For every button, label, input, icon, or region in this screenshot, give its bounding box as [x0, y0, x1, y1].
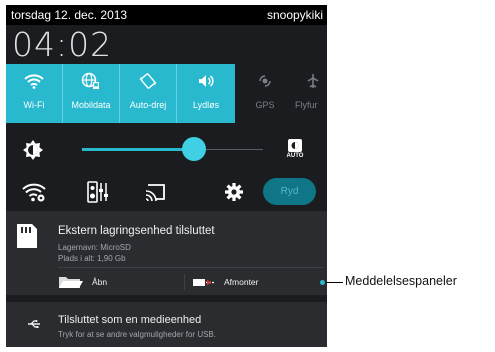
notification-usb[interactable]: Tilsluttet som en medieenhed Tryk for at… [6, 302, 327, 347]
brightness-track-filled [82, 148, 195, 151]
unmount-action-button[interactable]: Afmonter [192, 271, 259, 293]
usb-icon [24, 315, 44, 333]
quick-settings-row: Wi-Fi Mobildata Auto-drej Lydløs GPS Fly… [6, 64, 327, 123]
action-separator [184, 274, 185, 290]
toggle-row: Ryd [6, 172, 327, 212]
status-bar: torsdag 12. dec. 2013 snoopykiki [6, 5, 327, 25]
gear-icon[interactable] [222, 180, 246, 204]
qs-tile-mobile-data[interactable]: Mobildata [63, 64, 119, 123]
notification-storage[interactable]: Ekstern lagringsenhed tilsluttet Lagerna… [6, 211, 327, 295]
cast-screen-icon[interactable] [143, 180, 167, 204]
clear-all-button[interactable]: Ryd [263, 178, 316, 205]
auto-brightness-label: AUTO [286, 153, 304, 159]
qs-label-airplane: Flyfur [295, 100, 318, 110]
qs-label-mobile-data: Mobildata [71, 100, 111, 110]
status-date: torsdag 12. dec. 2013 [11, 8, 128, 22]
brightness-icon [22, 139, 44, 161]
rotate-icon [120, 70, 176, 92]
notification-detail: Plads i alt: 1,90 Gb [58, 254, 126, 263]
notification-title: Ekstern lagringsenhed tilsluttet [58, 225, 215, 237]
wifi-settings-icon[interactable] [22, 180, 46, 204]
audio-settings-icon[interactable] [86, 180, 110, 204]
notification-title: Tilsluttet som en medieenhed [58, 314, 202, 326]
auto-brightness-button[interactable]: AUTO [282, 138, 308, 162]
brightness-row: AUTO [6, 129, 327, 171]
callout-dot [320, 280, 325, 285]
airplane-icon [293, 70, 327, 92]
qs-tile-gps[interactable]: GPS [237, 64, 293, 123]
brightness-track [196, 149, 263, 150]
volume-icon [177, 70, 235, 92]
notification-detail: Lagernavn: MicroSD [58, 243, 131, 252]
qs-tile-silent[interactable]: Lydløs [177, 64, 235, 123]
gps-icon [237, 70, 293, 92]
callout-label: Meddelelsespaneler [345, 274, 457, 288]
callout-leader-line [322, 282, 343, 283]
qs-tile-airplane[interactable]: Flyfur [293, 64, 327, 123]
open-action-label: Åbn [92, 277, 108, 287]
clock: 04:02 [12, 25, 113, 64]
qs-label-wifi: Wi-Fi [23, 100, 45, 110]
notification-shade: torsdag 12. dec. 2013 snoopykiki 04:02 W… [6, 5, 327, 347]
divider [58, 267, 323, 268]
eject-icon [192, 276, 216, 288]
qs-label-silent: Lydløs [192, 100, 220, 110]
unmount-action-label: Afmonter [224, 277, 259, 287]
qs-tile-wifi[interactable]: Wi-Fi [6, 64, 62, 123]
sd-card-icon [14, 223, 40, 249]
folder-icon [58, 275, 84, 289]
open-action-button[interactable]: Åbn [58, 271, 107, 293]
qs-label-gps: GPS [255, 100, 275, 110]
wifi-icon [6, 70, 62, 92]
qs-label-auto-rotate: Auto-drej [129, 100, 167, 110]
status-user: snoopykiki [266, 8, 323, 22]
qs-tile-auto-rotate[interactable]: Auto-drej [120, 64, 176, 123]
brightness-slider-thumb[interactable] [182, 137, 206, 161]
notification-detail: Tryk for at se andre valgmuligheder for … [58, 330, 216, 339]
globe-icon [63, 70, 119, 92]
